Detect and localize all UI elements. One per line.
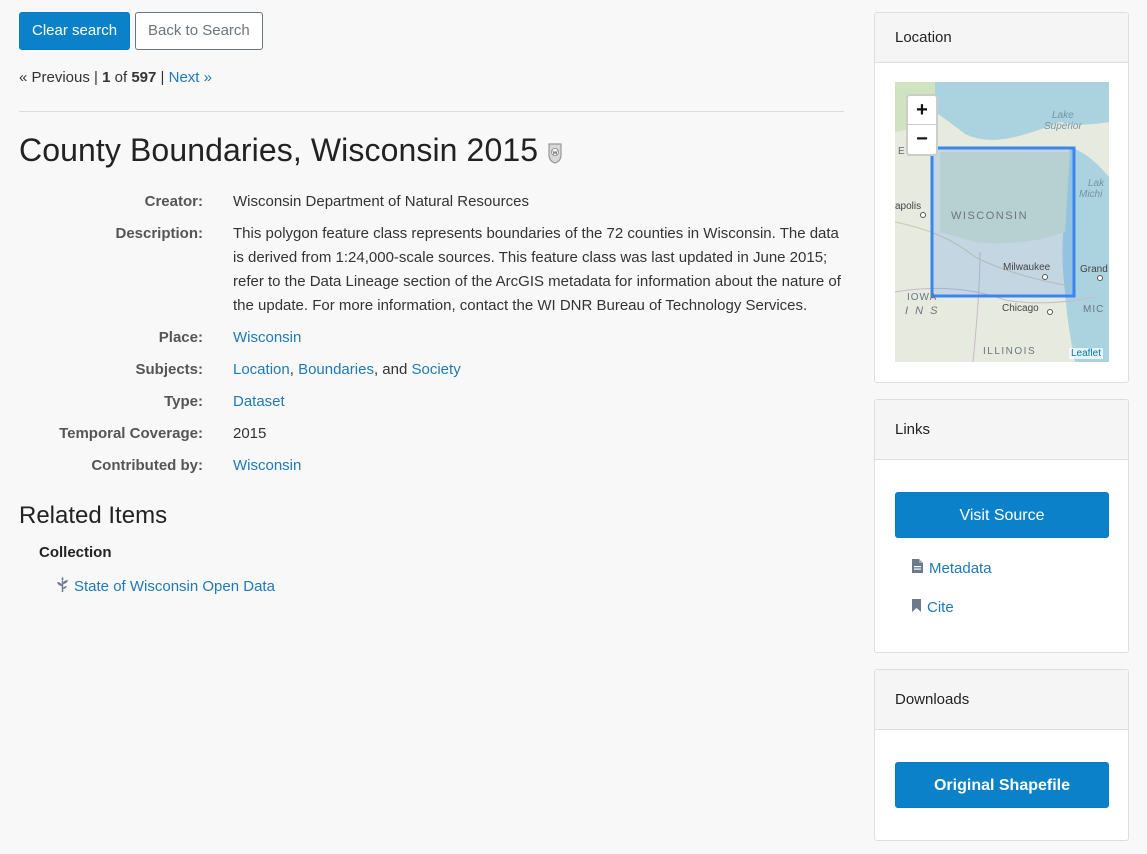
previous-label: « Previous bbox=[19, 69, 90, 86]
subject-link-boundaries[interactable]: Boundaries bbox=[298, 361, 374, 378]
map-label-apolis: apolis bbox=[895, 201, 922, 212]
collection-link[interactable]: State of Wisconsin Open Data bbox=[74, 578, 275, 595]
original-shapefile-button[interactable]: Original Shapefile bbox=[895, 762, 1109, 808]
place-link[interactable]: Wisconsin bbox=[233, 329, 301, 346]
map-label-lake: Lake bbox=[1052, 110, 1074, 121]
subjects-label: Subjects: bbox=[135, 361, 203, 378]
map-label-mic: MIC bbox=[1083, 304, 1105, 315]
location-card: Location Lake Superior E Lak Michi apoli… bbox=[874, 12, 1129, 383]
contributed-value: Wisconsin bbox=[233, 454, 844, 478]
pager-separator: | bbox=[94, 69, 98, 86]
sprout-icon bbox=[56, 577, 69, 596]
metadata-link[interactable]: Metadata bbox=[929, 560, 992, 577]
links-body: Visit Source Metadata Cite bbox=[875, 460, 1128, 617]
map-label-e: E bbox=[898, 146, 905, 157]
total-count: 597 bbox=[131, 69, 157, 86]
subjects-value: Location, Boundaries, and Society bbox=[233, 358, 844, 382]
contributed-label: Contributed by: bbox=[91, 457, 203, 474]
map-label-milwaukee: Milwaukee bbox=[1003, 262, 1051, 273]
title-row: County Boundaries, Wisconsin 2015 bbox=[19, 132, 844, 169]
type-label: Type: bbox=[164, 393, 203, 410]
cite-link[interactable]: Cite bbox=[927, 599, 954, 616]
map-label-chicago: Chicago bbox=[1002, 303, 1039, 314]
main-content: Clear search Back to Search « Previous |… bbox=[19, 12, 844, 596]
type-value: Dataset bbox=[233, 390, 844, 414]
map-label-ins: I N S bbox=[905, 305, 940, 317]
location-body: Lake Superior E Lak Michi apolis WISCONS… bbox=[875, 63, 1128, 381]
contributed-link[interactable]: Wisconsin bbox=[233, 457, 301, 474]
pager-separator: | bbox=[160, 69, 165, 86]
back-to-search-button[interactable]: Back to Search bbox=[135, 12, 263, 50]
collection-item: State of Wisconsin Open Data bbox=[56, 577, 844, 596]
current-index: 1 bbox=[102, 69, 111, 86]
map-label-illinois: ILLINOIS bbox=[983, 346, 1037, 357]
divider bbox=[19, 111, 844, 112]
type-link[interactable]: Dataset bbox=[233, 393, 285, 410]
zoom-in-button[interactable]: + bbox=[908, 96, 936, 125]
collection-label: Collection bbox=[39, 544, 112, 561]
subject-link-location[interactable]: Location bbox=[233, 361, 290, 378]
map-label-michigan: Michi bbox=[1079, 189, 1103, 200]
map-label-wisconsin: WISCONSIN bbox=[951, 210, 1029, 222]
downloads-header: Downloads bbox=[875, 670, 1128, 730]
clear-search-button[interactable]: Clear search bbox=[19, 12, 131, 50]
map-label-iowa: IOWA bbox=[907, 292, 938, 303]
zoom-out-button[interactable]: − bbox=[908, 125, 936, 154]
downloads-body: Original Shapefile bbox=[875, 730, 1128, 808]
next-link[interactable]: Next » bbox=[169, 69, 212, 86]
map-label-lake-michigan: Lak bbox=[1088, 178, 1105, 189]
result-pager: « Previous | 1 of 597 | Next » bbox=[19, 69, 844, 86]
creator-label: Creator: bbox=[144, 193, 203, 210]
description-label: Description: bbox=[115, 225, 203, 242]
university-crest-icon bbox=[548, 142, 562, 164]
search-toolbar: Clear search Back to Search bbox=[19, 12, 844, 50]
location-map[interactable]: Lake Superior E Lak Michi apolis WISCONS… bbox=[895, 82, 1109, 362]
map-zoom-control: + − bbox=[906, 94, 938, 156]
links-header: Links bbox=[875, 400, 1128, 460]
links-card: Links Visit Source Metadata Cite bbox=[874, 399, 1129, 653]
temporal-label: Temporal Coverage: bbox=[59, 425, 203, 442]
subject-and: , and bbox=[373, 361, 408, 378]
visit-source-button[interactable]: Visit Source bbox=[895, 492, 1109, 538]
place-value: Wisconsin bbox=[233, 326, 844, 350]
temporal-value: 2015 bbox=[233, 425, 267, 442]
metadata-row: Metadata bbox=[911, 558, 1108, 578]
bookmark-icon bbox=[911, 598, 922, 617]
subject-link-society[interactable]: Society bbox=[412, 361, 461, 378]
description-value: This polygon feature class represents bo… bbox=[233, 225, 841, 314]
map-label-superior: Superior bbox=[1044, 121, 1082, 132]
subject-comma: , bbox=[289, 361, 294, 378]
location-header: Location bbox=[875, 13, 1128, 63]
page-title: County Boundaries, Wisconsin 2015 bbox=[19, 132, 539, 168]
leaflet-attribution-link[interactable]: Leaflet bbox=[1068, 348, 1103, 359]
pager-of: of bbox=[114, 69, 128, 86]
cite-row: Cite bbox=[911, 598, 1108, 617]
metadata-list: Creator: Wisconsin Department of Natural… bbox=[19, 190, 844, 478]
downloads-card: Downloads Original Shapefile bbox=[874, 669, 1129, 841]
creator-value: Wisconsin Department of Natural Resource… bbox=[233, 193, 529, 210]
place-label: Place: bbox=[158, 329, 203, 346]
map-label-grand: Grand bbox=[1080, 264, 1108, 275]
file-icon bbox=[911, 558, 924, 578]
related-items-heading: Related Items bbox=[19, 502, 168, 529]
